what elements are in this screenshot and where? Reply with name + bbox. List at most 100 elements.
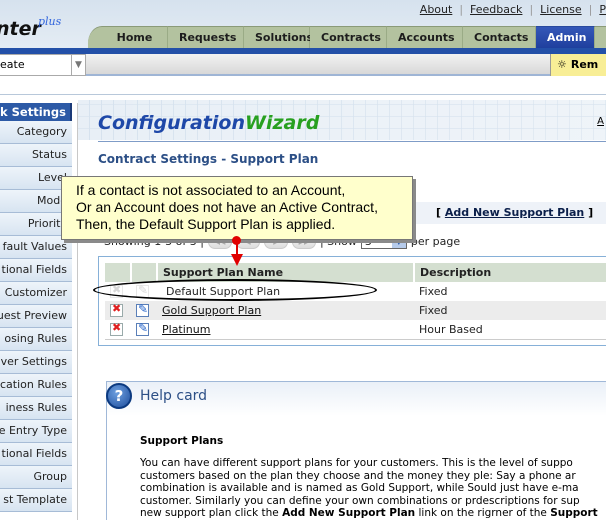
sidebar-item-group[interactable]: Group bbox=[0, 466, 72, 489]
help-line: customers based on the plan they choose … bbox=[140, 469, 576, 482]
column-header-delete bbox=[105, 263, 132, 282]
help-line: new support plan click the Add New Suppo… bbox=[140, 507, 606, 520]
callout-pointer-arrow bbox=[231, 236, 243, 266]
feedback-link[interactable]: Feedback bbox=[463, 3, 529, 16]
quick-create-select[interactable]: eate ▼ bbox=[0, 54, 86, 76]
delete-icon bbox=[110, 283, 123, 299]
add-link-bar: [ Add New Support Plan ] bbox=[408, 202, 606, 224]
reminders-label: Rem bbox=[570, 58, 599, 71]
sidebar-item-status[interactable]: Status bbox=[0, 144, 72, 167]
edit-icon[interactable] bbox=[136, 302, 149, 318]
pointer-arrowhead-icon bbox=[231, 254, 243, 266]
per-page-label: per page bbox=[410, 235, 461, 248]
wizard-banner: ConfigurationWizard A bbox=[78, 100, 606, 140]
table-row: Gold Support Plan Fixed bbox=[105, 301, 606, 320]
divider bbox=[0, 94, 606, 95]
plan-name-cell: Platinum bbox=[157, 320, 414, 340]
edit-cell bbox=[131, 320, 157, 340]
help-text: new support plan click the bbox=[140, 507, 283, 520]
plan-name-link[interactable]: Platinum bbox=[162, 323, 210, 336]
delete-icon[interactable] bbox=[110, 321, 123, 336]
delete-cell bbox=[105, 301, 131, 320]
sidebar-item-request-preview[interactable]: uest Preview bbox=[0, 305, 72, 328]
delete-cell bbox=[105, 282, 131, 301]
sidebar-item-business-rules[interactable]: iness Rules bbox=[0, 397, 72, 420]
page-title: Contract Settings - Support Plan bbox=[98, 152, 319, 166]
sidebar-item-customizer[interactable]: Customizer bbox=[0, 282, 72, 305]
edit-icon bbox=[136, 283, 149, 299]
plan-name-link[interactable]: Gold Support Plan bbox=[162, 304, 261, 317]
help-bold-text: Support bbox=[550, 507, 598, 520]
sidebar-heading: k Settings bbox=[0, 103, 72, 121]
column-header-edit bbox=[131, 263, 158, 282]
help-card: ? Help card Support Plans You can have d… bbox=[106, 381, 606, 520]
bracket-open: [ bbox=[436, 206, 445, 219]
edit-icon[interactable] bbox=[136, 321, 149, 336]
wizard-corner-link[interactable]: A bbox=[597, 116, 604, 127]
main-tabs: Home Requests Solutions Contracts Accoun… bbox=[88, 26, 606, 48]
sidebar-item-server-settings[interactable]: ver Settings bbox=[0, 351, 72, 374]
chevron-down-icon[interactable]: ▼ bbox=[71, 55, 85, 75]
tab-contacts[interactable]: Contacts bbox=[463, 26, 536, 48]
app-logo: nter bbox=[0, 18, 41, 40]
table-row: Default Support Plan Fixed bbox=[105, 282, 606, 301]
sidebar-item-notification-rules[interactable]: cation Rules bbox=[0, 374, 72, 397]
help-text: link on the rigrner of the bbox=[415, 507, 551, 520]
edit-cell bbox=[131, 301, 157, 320]
bracket-close: ] bbox=[584, 206, 594, 219]
support-plan-table: Support Plan Name Description Default Su… bbox=[105, 263, 606, 340]
app-header: nter plus About | Feedback | License | P Ho… bbox=[0, 0, 606, 48]
help-bold-text: Add New Support Plan bbox=[282, 507, 416, 520]
alarm-bell-icon: ☼ bbox=[557, 58, 567, 71]
annotation-callout: If a contact is not associated to an Acc… bbox=[61, 176, 413, 240]
sidebar-item-additional-fields-2[interactable]: tional Fields bbox=[0, 443, 72, 466]
help-line: combination is available and is named as… bbox=[140, 482, 579, 495]
plan-description: Hour Based bbox=[414, 320, 606, 340]
help-line: customer. Similarly you can define your … bbox=[140, 494, 580, 507]
sidebar-item-closing-rules[interactable]: osing Rules bbox=[0, 328, 72, 351]
callout-line: Or an Account does not have an Active Co… bbox=[76, 199, 378, 215]
column-header-description[interactable]: Description bbox=[414, 263, 606, 282]
sidebar-item-time-entry-type[interactable]: e Entry Type bbox=[0, 420, 72, 443]
callout-line: If a contact is not associated to an Acc… bbox=[76, 182, 346, 198]
wizard-title-part1: Configuration bbox=[98, 112, 245, 134]
plan-description: Fixed bbox=[414, 301, 606, 320]
sidebar-item-request-template[interactable]: st Template bbox=[0, 489, 72, 512]
tab-curve bbox=[88, 26, 102, 48]
add-new-support-plan-link[interactable]: Add New Support Plan bbox=[445, 206, 584, 219]
license-link[interactable]: License bbox=[533, 3, 588, 16]
table-row: Platinum Hour Based bbox=[105, 320, 606, 340]
tab-contracts[interactable]: Contracts bbox=[310, 26, 387, 48]
reminders-button[interactable]: ☼ Rem bbox=[550, 54, 606, 76]
about-link[interactable]: About bbox=[413, 3, 460, 16]
help-line: You can have different support plans for… bbox=[140, 457, 573, 469]
column-header-name[interactable]: Support Plan Name bbox=[157, 263, 415, 282]
tab-more[interactable] bbox=[595, 26, 606, 48]
delete-cell bbox=[105, 320, 131, 340]
help-card-title: Help card bbox=[140, 388, 208, 404]
tab-admin[interactable]: Admin bbox=[536, 26, 595, 48]
quick-create-value: eate bbox=[0, 58, 25, 71]
wizard-underline bbox=[98, 141, 606, 142]
plan-name-cell: Gold Support Plan bbox=[157, 301, 414, 320]
tab-requests[interactable]: Requests bbox=[168, 26, 244, 48]
plan-name: Default Support Plan bbox=[166, 285, 281, 298]
edit-cell bbox=[131, 282, 157, 301]
help-question-icon: ? bbox=[106, 383, 132, 409]
tab-solutions[interactable]: Solutions bbox=[244, 26, 313, 48]
personalize-link[interactable]: P bbox=[592, 3, 606, 16]
callout-line: Then, the Default Support Plan is applie… bbox=[76, 216, 336, 232]
tab-accounts[interactable]: Accounts bbox=[387, 26, 463, 48]
sidebar-item-additional-fields[interactable]: tional Fields bbox=[0, 259, 72, 282]
settings-sidebar: k Settings Category Status Level Mode Pr… bbox=[0, 103, 72, 520]
help-card-body: You can have different support plans for… bbox=[140, 457, 606, 520]
wizard-title-part2: Wizard bbox=[244, 112, 320, 134]
top-links: About | Feedback | License | P bbox=[413, 2, 606, 16]
plan-description: Fixed bbox=[419, 285, 448, 298]
delete-icon[interactable] bbox=[110, 302, 123, 318]
tab-home[interactable]: Home bbox=[102, 26, 168, 48]
sidebar-item-category[interactable]: Category bbox=[0, 121, 72, 144]
support-plan-table-container: Support Plan Name Description Default Su… bbox=[98, 256, 606, 346]
secondary-toolbar: eate ▼ ☼ Rem bbox=[0, 54, 606, 76]
wizard-title: ConfigurationWizard bbox=[98, 112, 319, 134]
